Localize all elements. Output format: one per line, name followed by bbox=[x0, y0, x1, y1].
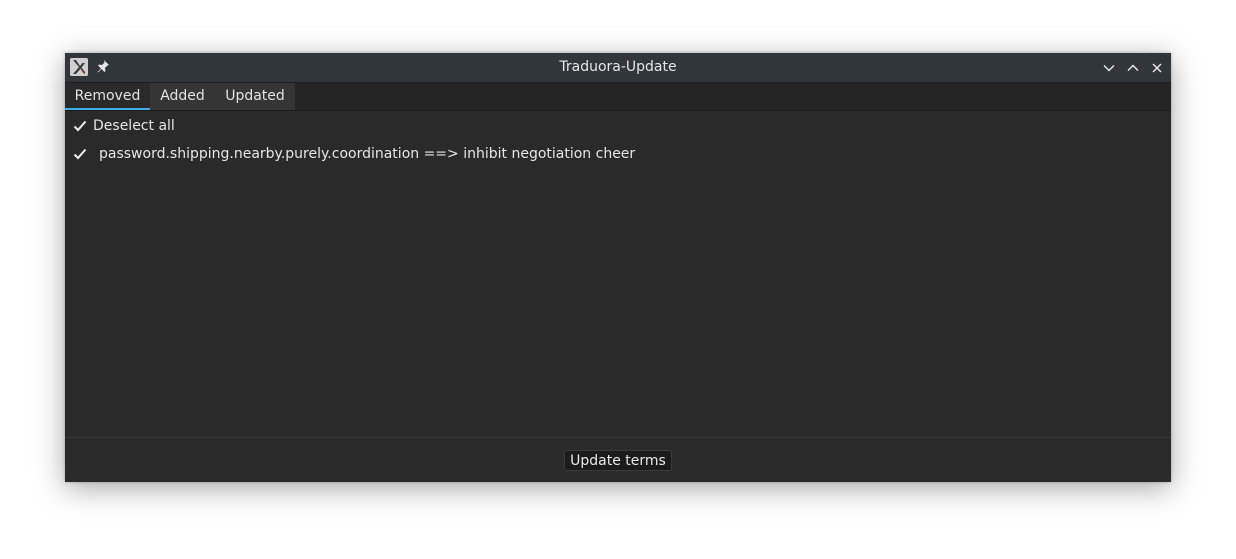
traduora-update-window: Traduora-Update Removed Added Updated De… bbox=[65, 53, 1171, 482]
removed-terms-panel: Deselect all password.shipping.nearby.pu… bbox=[65, 111, 1171, 437]
chevron-down-icon[interactable] bbox=[1102, 60, 1116, 74]
chevron-up-icon[interactable] bbox=[1126, 60, 1140, 74]
update-terms-button[interactable]: Update terms bbox=[564, 450, 672, 471]
deselect-all-checkbox[interactable]: Deselect all bbox=[71, 116, 175, 136]
close-icon[interactable] bbox=[1150, 60, 1164, 74]
tab-removed[interactable]: Removed bbox=[65, 83, 150, 110]
checkmark-icon[interactable] bbox=[71, 145, 89, 163]
title-bar[interactable]: Traduora-Update bbox=[65, 53, 1171, 83]
tab-bar: Removed Added Updated bbox=[65, 83, 1171, 111]
window-title: Traduora-Update bbox=[559, 59, 677, 75]
tab-updated[interactable]: Updated bbox=[215, 83, 295, 110]
footer-bar: Update terms bbox=[65, 437, 1171, 482]
deselect-all-label: Deselect all bbox=[93, 118, 175, 134]
term-checkbox-item[interactable]: password.shipping.nearby.purely.coordina… bbox=[71, 144, 635, 164]
checkmark-icon[interactable] bbox=[71, 117, 89, 135]
term-label: password.shipping.nearby.purely.coordina… bbox=[99, 146, 636, 162]
tab-added[interactable]: Added bbox=[150, 83, 215, 110]
